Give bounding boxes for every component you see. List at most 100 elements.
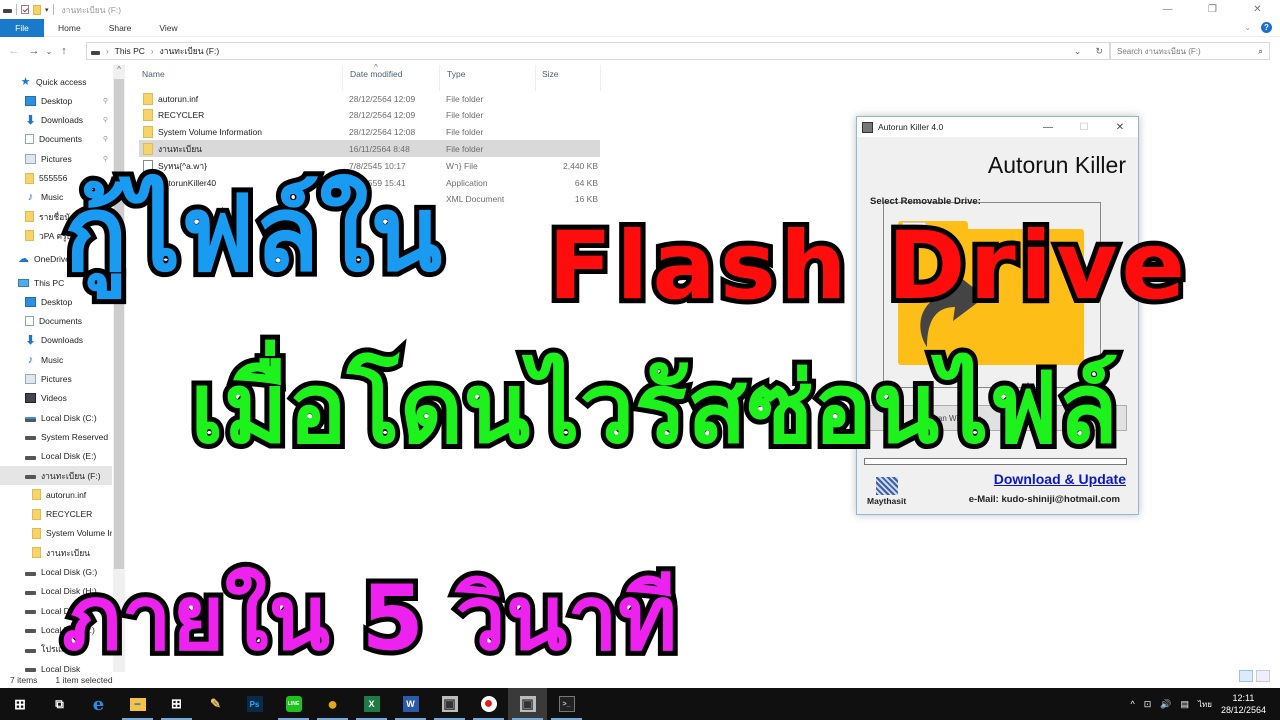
nav-item[interactable]: Videos (0, 389, 112, 408)
nav-item[interactable]: Local Disk (C:) (0, 408, 112, 427)
address-bar[interactable]: › This PC › งานทะเบียน (F:) ⌄ ↻ (86, 42, 1110, 60)
taskbar-start-button[interactable]: ⊞ (0, 688, 40, 720)
nav-item[interactable]: ⬇ Downloads (0, 331, 112, 350)
download-update-link[interactable]: Download & Update (994, 471, 1126, 487)
nav-item[interactable]: Documents (0, 312, 112, 331)
network-icon[interactable]: ⊡ (1144, 699, 1152, 710)
column-header-name[interactable]: Name (142, 69, 165, 83)
breadcrumb-drive[interactable]: งานทะเบียน (F:) (160, 44, 220, 58)
column-header-size[interactable]: Size (542, 69, 559, 83)
taskbar-file-explorer-button[interactable]: ▬ (118, 688, 157, 720)
nav-item[interactable]: งานทะเบียน (F:) (0, 466, 112, 485)
document-icon (25, 134, 34, 145)
recent-locations-button[interactable]: ⌄ (44, 47, 54, 56)
breadcrumb-this-pc[interactable]: This PC (115, 46, 145, 56)
pictures-icon (25, 374, 36, 384)
column-header-date[interactable]: Date modified (350, 69, 402, 83)
column-divider[interactable] (342, 65, 343, 91)
expand-ribbon-button[interactable]: ⌄ (1244, 23, 1251, 32)
taskbar-autorun-killer-button[interactable]: ▣ (508, 688, 547, 720)
taskbar-chrome-button[interactable]: ● (313, 688, 352, 720)
volume-icon[interactable]: 🔊 (1160, 699, 1171, 710)
file-row[interactable]: Syหน{^a.wา} 7/8/2545 10:17 Wา} File 2,440 K… (139, 157, 600, 174)
up-button[interactable]: ↑ (54, 45, 74, 57)
search-input[interactable]: Search งานทะเบียน (F:) ⌕ (1110, 42, 1270, 60)
refresh-button[interactable]: ↻ (1095, 46, 1103, 57)
nav-item[interactable]: System Reserved (0, 427, 112, 446)
status-bar: 7 items 1 item selected (0, 672, 1280, 688)
address-dropdown-button[interactable]: ⌄ (1074, 46, 1082, 57)
pin-icon[interactable]: ⚲ (103, 97, 108, 105)
taskbar-cmd-button[interactable]: >_ (547, 688, 586, 720)
taskbar-photoshop-button[interactable]: Ps (235, 688, 274, 720)
nav-item[interactable]: งานทะเบียน (0, 543, 112, 562)
taskbar-word-button[interactable]: W (391, 688, 430, 720)
taskbar-paint-button[interactable]: ✎ (196, 688, 235, 720)
help-icon[interactable]: ? (1261, 22, 1272, 33)
taskbar-store-button[interactable]: ⊞ (157, 688, 196, 720)
nav-item[interactable]: Pictures (0, 370, 112, 389)
taskbar-excel-button[interactable]: X (352, 688, 391, 720)
clock[interactable]: 12:11 28/12/2564 (1221, 692, 1266, 716)
pin-icon[interactable]: ⚲ (103, 135, 108, 143)
nav-item[interactable]: Documents ⚲ (0, 130, 112, 149)
pin-icon[interactable]: ⚲ (103, 155, 108, 163)
search-icon[interactable]: ⌕ (1258, 46, 1263, 57)
language-indicator[interactable]: ไทย (1198, 698, 1212, 711)
nav-item[interactable]: System Volume Information (0, 524, 112, 543)
nav-item[interactable]: autorun.inf (0, 485, 112, 504)
music-icon: ♪ (27, 353, 34, 366)
scroll-up-button[interactable]: ^ (113, 65, 125, 77)
tab-share[interactable]: Share (95, 19, 146, 37)
show-hidden-icons-button[interactable]: ^ (1130, 699, 1134, 709)
scrollbar-thumb[interactable] (114, 79, 124, 569)
details-view-button[interactable] (1239, 670, 1253, 682)
drive-icon (25, 610, 36, 615)
file-row[interactable]: System Volume Information 28/12/2564 12:0… (139, 124, 600, 141)
select-drive-label: Select Removable Drive: (870, 196, 981, 207)
tab-file[interactable]: File (0, 18, 44, 37)
taskbar-app-computer-button[interactable]: ▣ (430, 688, 469, 720)
column-divider[interactable] (439, 65, 440, 91)
close-button[interactable]: ✕ (1235, 0, 1280, 19)
divider (52, 4, 54, 15)
nav-item[interactable]: ⬇ Downloads ⚲ (0, 111, 112, 130)
customize-toolbar-icon[interactable]: ▾ (45, 6, 49, 14)
large-icons-view-button[interactable] (1256, 670, 1270, 682)
download-icon: ⬇ (25, 113, 36, 128)
file-row[interactable]: งานทะเบียน 16/11/2564 8:48 File folder (139, 140, 600, 158)
nav-item[interactable]: Pictures ⚲ (0, 149, 112, 168)
taskbar-line-button[interactable]: LINE (274, 688, 313, 720)
dialog-close-button[interactable]: ✕ (1102, 122, 1138, 133)
nav-item[interactable]: ♪ Music (0, 350, 112, 369)
excel-icon: X (363, 696, 380, 712)
store-icon: ⊞ (171, 696, 182, 711)
maximize-button[interactable]: ❐ (1190, 0, 1235, 19)
properties-icon[interactable] (21, 5, 29, 14)
tab-home[interactable]: Home (44, 19, 95, 37)
nav-item[interactable]: RECYCLER (0, 505, 112, 524)
nav-item[interactable]: Desktop (0, 292, 112, 311)
column-divider[interactable] (535, 65, 536, 91)
nav-item[interactable]: ★ Quick access (0, 72, 112, 91)
nav-item[interactable]: Local Disk (E:) (0, 447, 112, 466)
taskbar-recorder-button[interactable]: ● (469, 688, 508, 720)
tab-view[interactable]: View (145, 19, 191, 37)
file-date: 28/12/2564 12:09 (349, 110, 416, 121)
nav-item-label: System Reserved (41, 431, 109, 442)
notifications-icon[interactable]: ▤ (1180, 699, 1189, 710)
taskbar-task-view-button[interactable]: ⧉ (40, 688, 79, 720)
taskbar-edge-button[interactable]: e (79, 688, 118, 720)
minimize-button[interactable]: — (1145, 0, 1190, 19)
forward-button[interactable]: → (24, 45, 44, 57)
column-divider[interactable] (600, 65, 601, 91)
dialog-minimize-button[interactable]: — (1030, 122, 1066, 133)
column-header-type[interactable]: Type (447, 69, 465, 83)
file-row[interactable]: RECYCLER 28/12/2564 12:09 File folder (139, 107, 600, 124)
pin-icon[interactable]: ⚲ (103, 116, 108, 124)
back-button[interactable]: ← (4, 45, 24, 57)
nav-item-label: Music (41, 192, 64, 203)
new-folder-icon[interactable] (33, 4, 41, 15)
nav-item[interactable]: Desktop ⚲ (0, 91, 112, 110)
file-row[interactable]: autorun.inf 28/12/2564 12:09 File folder (139, 90, 600, 107)
